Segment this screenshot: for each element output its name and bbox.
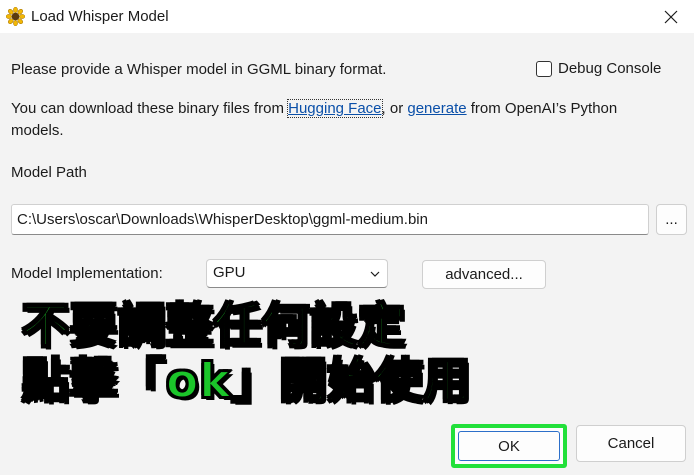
load-whisper-model-dialog: Load Whisper Model Please provide a Whis… bbox=[0, 0, 694, 475]
title-bar: Load Whisper Model bbox=[0, 0, 694, 33]
generate-link[interactable]: generate bbox=[407, 100, 466, 117]
close-button[interactable] bbox=[648, 0, 694, 33]
annotation-line-2: 點擊「ok」開始使用 bbox=[21, 354, 472, 409]
annotation-line-1: 不要調整任何設定 bbox=[21, 299, 406, 354]
debug-console-label: Debug Console bbox=[558, 60, 662, 77]
model-path-input[interactable] bbox=[11, 204, 649, 235]
download-prefix: You can download these binary files from bbox=[11, 100, 289, 117]
model-implementation-select[interactable]: GPU bbox=[206, 259, 388, 288]
model-implementation-label: Model Implementation: bbox=[11, 265, 163, 282]
ok-label: OK bbox=[498, 437, 520, 455]
hugging-face-link[interactable]: Hugging Face bbox=[287, 99, 383, 118]
browse-button[interactable]: ... bbox=[656, 204, 687, 235]
download-suffix: from OpenAI’s Python bbox=[466, 100, 618, 117]
advanced-button[interactable]: advanced... bbox=[422, 260, 546, 289]
chevron-down-icon bbox=[370, 271, 380, 277]
checkbox-box[interactable] bbox=[536, 61, 552, 77]
intro-text: Please provide a Whisper model in GGML b… bbox=[11, 61, 387, 78]
download-middle: , or bbox=[381, 100, 408, 117]
ok-button[interactable]: OK bbox=[451, 424, 567, 468]
close-icon bbox=[664, 10, 678, 23]
debug-console-checkbox[interactable]: Debug Console bbox=[536, 58, 661, 80]
download-info-line2: models. bbox=[11, 122, 64, 139]
cancel-button[interactable]: Cancel bbox=[576, 425, 686, 462]
sunflower-icon bbox=[6, 7, 25, 26]
model-path-label: Model Path bbox=[11, 164, 87, 181]
window-title: Load Whisper Model bbox=[31, 8, 169, 25]
selected-implementation: GPU bbox=[213, 264, 246, 281]
download-info-line1: You can download these binary files from… bbox=[11, 98, 617, 120]
